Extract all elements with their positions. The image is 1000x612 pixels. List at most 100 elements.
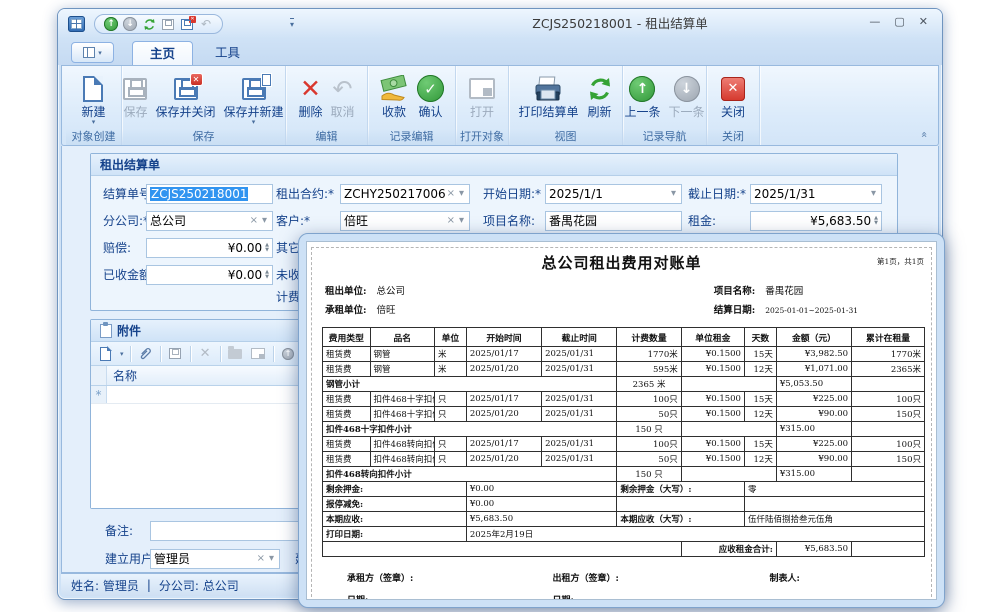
preparer-label: 制表人:: [770, 571, 918, 584]
rent-label: 租金:: [688, 211, 716, 231]
delete-x-icon: ✕: [300, 76, 321, 102]
dropdown-icon: ▾: [92, 119, 96, 125]
previous-record-icon[interactable]: ↑: [104, 17, 118, 31]
minimize-button[interactable]: —: [869, 15, 880, 28]
chevron-down-icon[interactable]: ▾: [260, 212, 269, 230]
app-icon: [68, 16, 85, 32]
ribbon-group-edit: ✕ 删除 ↶ 取消 编辑: [286, 66, 368, 145]
lessee-sign-label: 承租方（签章）:: [347, 571, 553, 584]
refresh-icon[interactable]: [142, 17, 156, 31]
ribbon-group-close: ✕ 关闭 关闭: [707, 66, 760, 145]
up-circle-icon: ↑: [282, 348, 294, 360]
spinner-icon[interactable]: ▲▼: [262, 243, 269, 253]
up-circle-icon: ↑: [629, 76, 655, 102]
chevron-down-icon[interactable]: ▾: [669, 185, 678, 203]
table-row: 租赁费扣件468转向扣件只2025/01/172025/01/31100只¥0.…: [323, 437, 925, 452]
ribbon-group-open: 打开 打开对象: [456, 66, 509, 145]
report-page-info: 第1页，共1页: [877, 256, 924, 267]
ribbon-tab-row: ▾ 主页 工具: [58, 39, 942, 65]
close-form-button[interactable]: ✕ 关闭: [717, 70, 749, 119]
rent-input[interactable]: ¥5,683.50▲▼: [750, 211, 882, 231]
project-input[interactable]: 番禺花园: [545, 211, 682, 231]
window-icon: [251, 348, 265, 359]
branch-combo[interactable]: 总公司×▾: [146, 211, 273, 231]
attach-file-button[interactable]: [137, 345, 154, 362]
refresh-button[interactable]: 刷新: [583, 70, 617, 119]
unreceived-label: 未收: [276, 265, 300, 285]
dropdown-icon[interactable]: ▾: [120, 350, 124, 358]
clear-icon[interactable]: ×: [445, 185, 457, 203]
tab-home[interactable]: 主页: [132, 41, 193, 65]
chevron-down-icon[interactable]: ▾: [457, 212, 466, 230]
screen: ↑ ↓ ✕ ↶ ▾ ZCJS250218001 - 租出结算单 — ▢ ✕ ▾ …: [0, 0, 1000, 612]
save-and-close-button[interactable]: ✕ 保存并关闭: [152, 70, 220, 119]
close-button[interactable]: ✕: [919, 15, 928, 28]
customer-combo[interactable]: 倍旺×▾: [340, 211, 470, 231]
open-attachment-button[interactable]: [227, 345, 244, 362]
next-record-button[interactable]: ↓ 下一条: [665, 70, 709, 119]
contract-label: 租出合约:*: [276, 184, 334, 204]
chevron-down-icon[interactable]: ▾: [869, 185, 878, 203]
folder-icon: [228, 349, 242, 359]
date-left-label: 日期:: [347, 593, 553, 600]
open-window-icon: [469, 78, 495, 99]
delete-attachment-button[interactable]: ✕: [197, 345, 214, 362]
clear-icon[interactable]: ×: [445, 212, 457, 230]
move-up-button[interactable]: ↑: [280, 345, 297, 362]
table-row: 租赁费钢管米2025/01/202025/01/31595米¥0.150012天…: [323, 362, 925, 377]
paperclip-icon: [138, 346, 153, 361]
print-settlement-button[interactable]: 打印结算单: [514, 70, 582, 119]
settlement-no-input[interactable]: ZCJS250218001: [146, 184, 273, 204]
branch-label: 分公司:*: [103, 211, 149, 231]
chevron-down-icon[interactable]: ▾: [267, 550, 276, 568]
open-button[interactable]: 打开: [465, 70, 499, 119]
app-menu-icon: [83, 47, 95, 58]
summary-row: 本期应收:¥5,683.50本期应收（大写）:伍仟陆佰捌拾叁元伍角: [323, 512, 925, 527]
undo-icon[interactable]: ↶: [199, 17, 213, 31]
delete-button[interactable]: ✕ 删除: [294, 70, 326, 119]
chevron-down-icon[interactable]: ▾: [457, 185, 466, 203]
new-attachment-button[interactable]: [97, 345, 114, 362]
window-title: ZCJS250218001 - 租出结算单: [338, 9, 902, 39]
previous-record-button[interactable]: ↑ 上一条: [620, 70, 664, 119]
save-badge-icon[interactable]: ✕: [180, 17, 194, 31]
report-page: 总公司租出费用对账单 第1页，共1页 租出单位:总公司 承租单位:倍旺 项目名称…: [306, 241, 937, 600]
open-attachment-window-button[interactable]: [250, 345, 267, 362]
confirm-check-icon: ✓: [417, 75, 444, 102]
contract-combo[interactable]: ZCHY250217006×▾: [340, 184, 470, 204]
start-date-picker[interactable]: 2025/1/1▾: [545, 184, 682, 204]
print-date-row: 打印日期:2025年2月19日: [323, 527, 925, 542]
new-button[interactable]: 新建 ▾: [77, 70, 109, 125]
end-date-label: 截止日期:*: [688, 184, 746, 204]
clear-icon[interactable]: ×: [255, 550, 267, 568]
ribbon-group-save: 保存 ✕ 保存并关闭 保存并新建 ▾ 保存: [122, 66, 286, 145]
receive-payment-button[interactable]: 收款: [375, 70, 413, 119]
cancel-button[interactable]: ↶ 取消: [327, 70, 359, 119]
customize-qat-icon[interactable]: ▾: [290, 18, 294, 29]
tab-tools[interactable]: 工具: [198, 41, 257, 65]
confirm-button[interactable]: ✓ 确认: [413, 70, 448, 119]
next-record-icon[interactable]: ↓: [123, 17, 137, 31]
table-row: 租赁费扣件468十字扣件只2025/01/202025/01/3150只¥0.1…: [323, 407, 925, 422]
table-row: 租赁费钢管米2025/01/172025/01/311770米¥0.150015…: [323, 347, 925, 362]
lessee-label: 承租单位:: [325, 305, 367, 316]
save-and-new-button[interactable]: 保存并新建 ▾: [220, 70, 288, 125]
undo-arrow-icon: ↶: [332, 77, 352, 101]
save-attachment-button[interactable]: [167, 345, 184, 362]
spinner-icon[interactable]: ▲▼: [262, 270, 269, 280]
save-button[interactable]: 保存: [119, 70, 151, 119]
collapse-ribbon-icon[interactable]: «: [918, 131, 931, 138]
compensation-input[interactable]: ¥0.00▲▼: [146, 238, 273, 258]
signature-date-row: 日期: 日期:: [307, 584, 936, 600]
spinner-icon[interactable]: ▲▼: [871, 216, 878, 226]
app-menu-button[interactable]: ▾: [71, 42, 114, 63]
ribbon-group-record-edit: 收款 ✓ 确认 记录编辑: [368, 66, 456, 145]
clear-icon[interactable]: ×: [248, 212, 260, 230]
received-input[interactable]: ¥0.00▲▼: [146, 265, 273, 285]
summary-row: 报停减免:¥0.00: [323, 497, 925, 512]
save-icon[interactable]: [161, 17, 175, 31]
created-by-combo[interactable]: 管理员×▾: [150, 549, 280, 569]
end-date-picker[interactable]: 2025/1/31▾: [750, 184, 882, 204]
other-fee-label: 其它: [276, 238, 300, 258]
maximize-button[interactable]: ▢: [894, 15, 904, 28]
